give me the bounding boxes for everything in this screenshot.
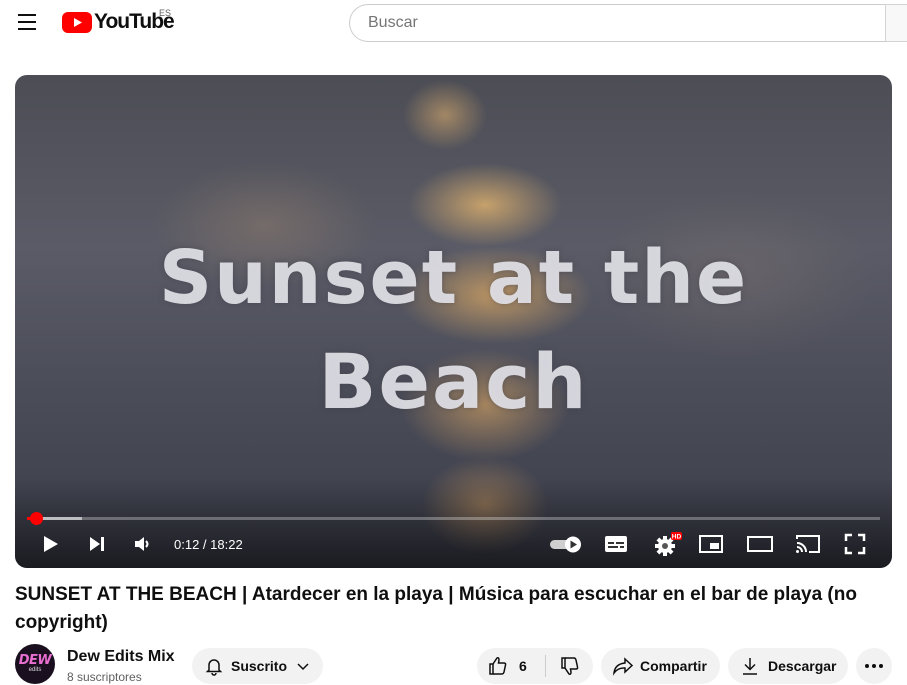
search-button[interactable] <box>885 4 907 42</box>
volume-icon <box>135 537 149 551</box>
autoplay-toggle-icon <box>550 536 581 553</box>
fullscreen-icon <box>844 533 866 555</box>
video-title: SUNSET AT THE BEACH | Atardecer en la pl… <box>15 584 857 633</box>
avatar-subtext: edits <box>28 667 42 673</box>
youtube-play-icon <box>62 11 92 33</box>
subscribed-button[interactable]: Suscrito <box>192 648 323 684</box>
theater-mode-icon <box>747 536 773 552</box>
more-actions-button[interactable] <box>856 648 892 684</box>
play-icon <box>44 536 58 552</box>
menu-icon[interactable] <box>11 6 43 38</box>
progress-bar[interactable] <box>27 512 880 525</box>
fullscreen-button[interactable] <box>841 530 869 558</box>
download-button[interactable]: Descargar <box>728 648 848 684</box>
more-horizontal-icon <box>865 664 883 668</box>
theater-mode-button[interactable] <box>745 530 775 558</box>
thumbs-down-icon <box>560 657 578 675</box>
thumbs-up-icon <box>489 657 507 675</box>
hd-badge: HD <box>672 534 682 541</box>
share-label: Compartir <box>640 658 707 674</box>
like-count: 6 <box>519 658 527 674</box>
bell-icon <box>205 659 223 676</box>
youtube-logo[interactable]: YouTube <box>62 10 175 33</box>
thumbnail-text-line2: Beach <box>318 337 589 426</box>
subscribed-label: Suscrito <box>231 658 288 674</box>
like-dislike-group: 6 <box>477 648 593 684</box>
channel-avatar[interactable]: DEW edits <box>15 644 55 684</box>
miniplayer-button[interactable] <box>697 530 725 558</box>
share-icon <box>612 657 634 676</box>
gear-icon: HD <box>655 532 682 556</box>
autoplay-toggle[interactable] <box>546 530 586 558</box>
dislike-button[interactable] <box>546 648 593 684</box>
thumbnail-text-line1: Sunset at the <box>158 235 749 321</box>
volume-button[interactable] <box>128 530 156 558</box>
search-box <box>349 4 885 42</box>
settings-button[interactable]: HD <box>650 530 684 558</box>
video-player[interactable]: Sunset at the Beach 0:12 / 18:22 HD <box>15 75 892 568</box>
download-icon <box>743 658 757 675</box>
next-button[interactable] <box>83 530 111 558</box>
download-label: Descargar <box>768 658 837 674</box>
subtitles-button[interactable] <box>602 530 630 558</box>
chevron-down-icon <box>297 663 309 671</box>
skip-next-icon <box>90 537 104 551</box>
miniplayer-icon <box>699 535 723 553</box>
country-code: ES <box>159 8 172 18</box>
subscriber-count: 8 suscriptores <box>67 670 142 684</box>
cast-button[interactable] <box>793 530 823 558</box>
channel-name[interactable]: Dew Edits Mix <box>67 648 175 666</box>
time-display: 0:12 / 18:22 <box>174 537 243 552</box>
search-input[interactable] <box>366 13 850 33</box>
play-button[interactable] <box>37 530 65 558</box>
cast-icon <box>796 535 820 553</box>
top-bar: YouTube ES <box>0 0 907 48</box>
avatar-text: DEW <box>18 653 52 668</box>
like-button[interactable]: 6 <box>477 648 545 684</box>
subtitles-icon <box>605 536 627 552</box>
share-button[interactable]: Compartir <box>601 648 720 684</box>
